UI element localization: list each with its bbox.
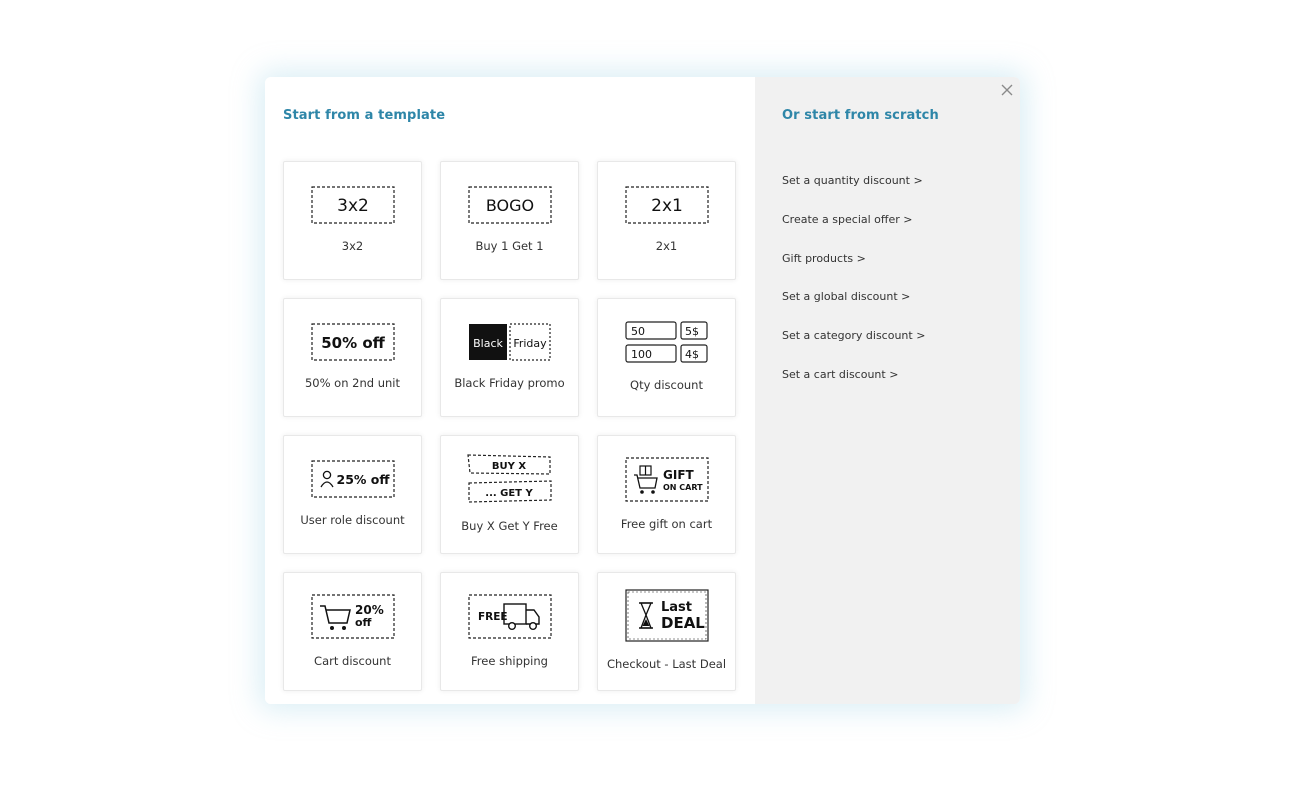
template-label: Black Friday promo [454,376,565,390]
tag-text: 25% off [336,472,390,487]
tag-text-friday: Friday [513,337,547,350]
truck-icon [502,603,540,631]
template-label: Free gift on cart [620,517,713,531]
link-quantity-discount[interactable]: Set a quantity discount > [782,174,925,213]
hourglass-icon [638,602,653,629]
dashed-tag-icon: 50% off [310,323,395,361]
gift-cart-icon [633,465,658,494]
black-friday-tag-icon: Black Friday [468,323,551,361]
cart-tag-icon: 20% off [310,594,395,639]
dashed-tag-icon: 3x2 [310,186,395,224]
link-cart-discount[interactable]: Set a cart discount > [782,368,925,407]
template-label: 50% on 2nd unit [304,376,401,390]
scratch-pane: Or start from scratch Set a quantity dis… [755,77,1020,704]
dashed-tag-icon: 2x1 [624,186,709,224]
template-label: 3x2 [341,239,364,253]
template-grid: 3x2 3x2 BOGO Buy 1 Get 1 2x1 2x1 50% off… [283,161,736,691]
link-special-offer[interactable]: Create a special offer > [782,213,925,252]
tag-text-gift: GIFT [663,468,695,482]
link-category-discount[interactable]: Set a category discount > [782,329,925,368]
dashed-tag-icon: BOGO [467,186,552,224]
scratch-links: Set a quantity discount > Create a speci… [782,174,925,407]
tag-text-off: off [355,616,372,629]
template-modal: Start from a template 3x2 3x2 BOGO Buy 1… [265,77,1020,704]
qty-table-icon: 50 5$ 100 4$ [624,321,708,363]
cart-icon [319,605,351,630]
template-card-last-deal[interactable]: Last DEAL Checkout - Last Deal [597,572,736,691]
template-pane: Start from a template 3x2 3x2 BOGO Buy 1… [265,77,755,704]
tag-text: FREE [478,611,508,623]
price-cell: 5$ [685,325,699,338]
link-global-discount[interactable]: Set a global discount > [782,290,925,329]
truck-tag-icon: FREE [467,594,552,639]
template-label: Buy 1 Get 1 [475,239,544,253]
template-card-free-shipping[interactable]: FREE Free shipping [440,572,579,691]
tag-text-percent: 20% [355,603,384,617]
dashed-tag-icon: 25% off [310,460,395,498]
user-icon [319,470,334,488]
tag-text: BOGO [485,196,533,215]
template-label: Free shipping [471,654,548,668]
template-section-title: Start from a template [283,108,446,123]
template-card-qty-discount[interactable]: 50 5$ 100 4$ Qty discount [597,298,736,417]
price-cell: 4$ [685,348,699,361]
ticket-text-a: BUY X [491,461,525,472]
gift-cart-tag-icon: GIFT ON CART [624,457,709,502]
qty-cell: 50 [631,325,645,338]
scratch-section-title: Or start from scratch [782,108,939,123]
double-ticket-icon: BUY X ... GET Y [466,454,552,503]
template-label: Cart discount [314,654,391,668]
template-card-user-role[interactable]: 25% off User role discount [283,435,422,554]
tag-text: 50% off [321,334,385,352]
tag-text-on-cart: ON CART [663,483,703,492]
template-card-2x1[interactable]: 2x1 2x1 [597,161,736,280]
template-card-buy-x-get-y[interactable]: BUY X ... GET Y Buy X Get Y Free [440,435,579,554]
link-gift-products[interactable]: Gift products > [782,252,925,291]
tag-text: 2x1 [651,196,683,216]
template-card-free-gift[interactable]: GIFT ON CART Free gift on cart [597,435,736,554]
tag-text: 3x2 [337,196,369,216]
qty-cell: 100 [631,348,652,361]
template-card-black-friday[interactable]: Black Friday Black Friday promo [440,298,579,417]
close-icon[interactable] [1000,83,1014,97]
tag-text-deal: DEAL [661,614,705,632]
template-label: Buy X Get Y Free [461,519,558,533]
template-card-cart-discount[interactable]: 20% off Cart discount [283,572,422,691]
template-card-3x2[interactable]: 3x2 3x2 [283,161,422,280]
template-label: User role discount [300,513,405,527]
tag-text-black: Black [473,337,503,350]
ticket-text-b: ... GET Y [485,488,533,499]
last-deal-tag-icon: Last DEAL [624,589,709,642]
tag-text-last: Last [661,600,692,615]
template-card-50-on-2nd[interactable]: 50% off 50% on 2nd unit [283,298,422,417]
template-label: 2x1 [655,239,678,253]
template-label: Checkout - Last Deal [606,657,727,671]
template-label: Qty discount [630,378,703,392]
template-card-bogo[interactable]: BOGO Buy 1 Get 1 [440,161,579,280]
